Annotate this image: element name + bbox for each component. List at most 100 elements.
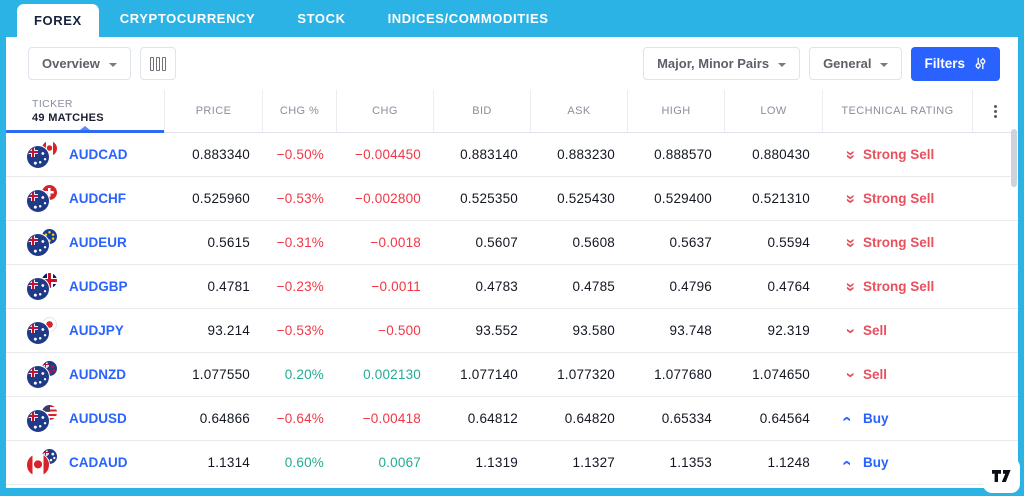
tab-cryptocurrency[interactable]: CRYPTOCURRENCY: [99, 0, 277, 37]
category-filter-label: General: [823, 56, 872, 71]
rating-label: Strong Sell: [863, 147, 935, 162]
base-currency-flag-icon: [27, 410, 49, 432]
change-cell: −0.00418: [362, 411, 421, 426]
pairs-filter-select[interactable]: Major, Minor Pairs: [643, 47, 801, 80]
table-row[interactable]: AUDJPY 93.214 −0.53% −0.500 93.552 93.58…: [6, 309, 1018, 353]
price-cell: 0.64866: [199, 411, 250, 426]
column-header-price[interactable]: PRICE: [164, 90, 262, 132]
tradingview-logo-icon: [992, 469, 1011, 482]
rating-label: Sell: [863, 367, 888, 382]
high-cell: 0.65334: [661, 411, 712, 426]
tab-stock[interactable]: STOCK: [276, 0, 366, 37]
price-cell: 93.214: [207, 323, 250, 338]
ticker-cell: AUDCAD: [6, 141, 164, 168]
ticker-link[interactable]: AUDUSD: [69, 411, 127, 426]
table-row[interactable]: AUDEUR 0.5615 −0.31% −0.0018 0.5607 0.56…: [6, 221, 1018, 265]
rating-label: Strong Sell: [863, 279, 935, 294]
header-more-button[interactable]: [972, 90, 1018, 132]
currency-pair-flags-icon: [27, 405, 58, 432]
market-tabbar: FOREX CRYPTOCURRENCY STOCK INDICES/COMMODIT…: [0, 0, 1024, 37]
column-header-technical-rating[interactable]: TECHNICAL RATING: [822, 90, 972, 132]
currency-pair-flags-icon: [27, 229, 58, 256]
screener-panel: Overview Major, Minor Pairs General Filt…: [6, 37, 1018, 488]
toolbar-right: Major, Minor Pairs General Filters: [643, 46, 1000, 81]
caret-down-icon: [880, 62, 889, 67]
low-cell: 0.4764: [767, 279, 810, 294]
price-cell: 0.4781: [207, 279, 250, 294]
currency-pair-flags-icon: [27, 361, 58, 388]
ticker-link[interactable]: AUDGBP: [69, 279, 128, 294]
change-percent-cell: −0.50%: [276, 147, 324, 162]
tab-indices-commodities[interactable]: INDICES/COMMODITIES: [367, 0, 570, 37]
change-cell: −0.0018: [370, 235, 421, 250]
columns-icon: [155, 56, 160, 71]
currency-pair-flags-icon: [27, 141, 58, 168]
change-percent-cell: −0.53%: [276, 191, 324, 206]
view-select-label: Overview: [42, 56, 100, 71]
ticker-link[interactable]: AUDCHF: [69, 191, 126, 206]
ticker-link[interactable]: AUDEUR: [69, 235, 127, 250]
technical-rating-cell: ‹ Buy: [822, 455, 972, 470]
ticker-link[interactable]: AUDCAD: [69, 147, 128, 162]
ticker-link[interactable]: CADAUD: [69, 455, 128, 470]
screener-widget: FOREX CRYPTOCURRENCY STOCK INDICES/COMMODIT…: [0, 0, 1024, 496]
vertical-scrollbar-thumb[interactable]: [1011, 129, 1017, 187]
technical-rating-cell: ‹ Buy: [822, 411, 972, 426]
ask-cell: 1.077320: [557, 367, 615, 382]
tradingview-logo[interactable]: [983, 458, 1020, 493]
table-row[interactable]: AUDCAD 0.883340 −0.50% −0.004450 0.88314…: [6, 133, 1018, 177]
base-currency-flag-icon: [27, 366, 49, 388]
ask-cell: 1.1327: [572, 455, 615, 470]
ask-cell: 0.5608: [572, 235, 615, 250]
base-currency-flag-icon: [27, 322, 49, 344]
rating-direction-icon: «: [839, 237, 858, 248]
column-header-low[interactable]: LOW: [724, 90, 822, 132]
ask-cell: 0.64820: [564, 411, 615, 426]
ticker-cell: AUDNZD: [6, 361, 164, 388]
price-cell: 1.077550: [192, 367, 250, 382]
tab-forex[interactable]: FOREX: [17, 4, 99, 37]
change-cell: −0.004450: [355, 147, 421, 162]
pairs-filter-label: Major, Minor Pairs: [657, 56, 770, 71]
change-percent-cell: −0.53%: [276, 323, 324, 338]
view-select[interactable]: Overview: [28, 47, 131, 80]
column-header-ask[interactable]: ASK: [530, 90, 627, 132]
ticker-link[interactable]: AUDJPY: [69, 323, 124, 338]
high-cell: 1.077680: [654, 367, 712, 382]
matches-count: 49 MATCHES: [32, 112, 104, 124]
table-row[interactable]: CADAUD 1.1314 0.60% 0.0067 1.1319 1.1327…: [6, 441, 1018, 485]
technical-rating-cell: « Strong Sell: [822, 235, 972, 250]
column-header-ticker[interactable]: TICKER 49 MATCHES: [6, 90, 164, 133]
technical-rating-cell: « Strong Sell: [822, 191, 972, 206]
change-percent-cell: 0.20%: [284, 367, 324, 382]
table-row[interactable]: AUDGBP 0.4781 −0.23% −0.0011 0.4783 0.47…: [6, 265, 1018, 309]
ticker-link[interactable]: AUDNZD: [69, 367, 126, 382]
bid-cell: 0.4783: [475, 279, 518, 294]
table-row[interactable]: AUDUSD 0.64866 −0.64% −0.00418 0.64812 0…: [6, 397, 1018, 441]
change-percent-cell: −0.64%: [276, 411, 324, 426]
table-row[interactable]: AUDCHF 0.525960 −0.53% −0.002800 0.52535…: [6, 177, 1018, 221]
columns-icon: [161, 56, 166, 71]
rating-label: Strong Sell: [863, 235, 935, 250]
rating-direction-icon: «: [839, 193, 858, 204]
column-header-bid[interactable]: BID: [433, 90, 530, 132]
rating-label: Buy: [863, 411, 889, 426]
change-cell: 0.002130: [363, 367, 421, 382]
high-cell: 0.4796: [669, 279, 712, 294]
low-cell: 1.1248: [767, 455, 810, 470]
technical-rating-cell: « Strong Sell: [822, 279, 972, 294]
base-currency-flag-icon: [27, 146, 49, 168]
low-cell: 0.5594: [767, 235, 810, 250]
column-header-chg[interactable]: CHG: [336, 90, 433, 132]
category-filter-select[interactable]: General: [809, 47, 903, 80]
table-body: AUDCAD 0.883340 −0.50% −0.004450 0.88314…: [6, 133, 1018, 485]
currency-pair-flags-icon: [27, 185, 58, 212]
base-currency-flag-icon: [27, 454, 49, 476]
column-header-high[interactable]: HIGH: [627, 90, 724, 132]
filters-button[interactable]: Filters: [911, 46, 1000, 81]
base-currency-flag-icon: [27, 278, 49, 300]
column-header-chg-%[interactable]: CHG %: [262, 90, 336, 132]
table-row[interactable]: AUDNZD 1.077550 0.20% 0.002130 1.077140 …: [6, 353, 1018, 397]
change-percent-cell: −0.23%: [276, 279, 324, 294]
manage-columns-button[interactable]: [139, 47, 176, 80]
